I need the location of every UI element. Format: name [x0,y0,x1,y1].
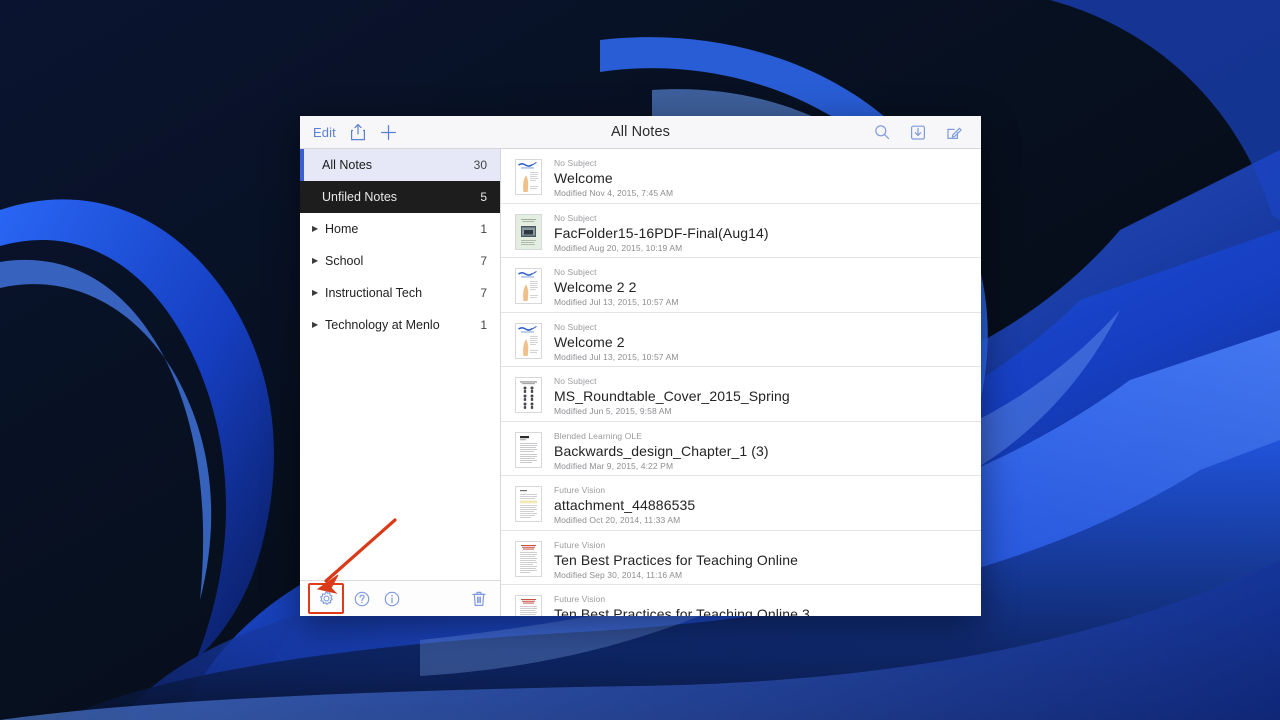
note-list-item[interactable]: No Subject Welcome 2 Modified Jul 13, 20… [501,313,981,367]
note-title: MS_Roundtable_Cover_2015_Spring [554,388,790,404]
note-thumbnail-green-cover [515,213,542,250]
note-text-block: Future Vision attachment_44886535 Modifi… [542,485,981,526]
note-thumbnail-roundtable-figures [515,377,542,413]
sidebar-item-all-notes[interactable]: All Notes 30 [300,149,500,181]
note-subject: No Subject [554,267,597,277]
sidebar-item-label: All Notes [322,158,373,172]
sidebar-item-label: Unfiled Notes [322,190,398,204]
sidebar-item-technology-at-menlo[interactable]: ▶ Technology at Menlo 1 [300,309,500,341]
note-subject: Blended Learning OLE [554,430,643,441]
note-text-block: Future Vision Ten Best Practices for Tea… [542,594,981,616]
note-subject: No Subject [554,158,597,168]
sidebar-item-home[interactable]: ▶ Home 1 [300,213,500,245]
sidebar-item-instructional-tech[interactable]: ▶ Instructional Tech 7 [300,277,500,309]
note-thumbnail-red-heading-document [515,595,542,616]
sidebar-item-label: Home [325,222,359,236]
plus-icon[interactable] [380,124,397,141]
note-subject: No Subject [554,321,597,332]
note-title: Ten Best Practices for Teaching Online 3 [554,606,810,616]
note-modified: Modified Nov 4, 2015, 7:45 AM [554,188,674,198]
sidebar-item-count: 30 [473,158,487,172]
note-text-block: No Subject MS_Roundtable_Cover_2015_Spri… [542,376,981,417]
notes-app-window: Edit All Notes All Notes 30 Unfiled Note… [300,116,981,616]
info-circle-icon [384,591,400,606]
window-body: All Notes 30 Unfiled Notes 5 ▶ Home 1 ▶ [300,149,981,616]
note-modified: Modified Sep 30, 2014, 11:16 AM [554,569,683,580]
note-list-item[interactable]: No Subject Welcome Modified Nov 4, 2015,… [501,149,981,204]
note-text-block: Blended Learning OLE Backwards_design_Ch… [542,431,981,472]
search-icon[interactable] [874,124,890,140]
delete-button[interactable] [472,590,486,607]
note-title: Backwards_design_Chapter_1 (3) [554,442,769,459]
note-title: FacFolder15-16PDF-Final(Aug14) [554,224,769,241]
note-text-block: No Subject Welcome 2 2 Modified Jul 13, … [542,267,981,308]
note-thumbnail-red-heading-document [515,540,542,577]
note-modified: Modified Jul 13, 2015, 10:57 AM [554,351,679,362]
note-text-block: No Subject Welcome 2 Modified Jul 13, 20… [542,322,981,363]
note-subject: Future Vision [554,539,606,550]
note-title: Welcome 2 2 [554,279,637,295]
help-button[interactable] [354,591,370,607]
note-modified: Modified Oct 20, 2014, 11:33 AM [554,515,681,525]
notes-list[interactable]: No Subject Welcome Modified Nov 4, 2015,… [501,149,981,616]
sidebar-item-unfiled-notes[interactable]: Unfiled Notes 5 [300,181,500,213]
sidebar-item-count: 1 [480,318,487,332]
edit-button[interactable]: Edit [313,125,336,140]
toolbar-right-group [874,124,981,141]
note-list-item[interactable]: No Subject FacFolder15-16PDF-Final(Aug14… [501,204,981,258]
import-download-icon[interactable] [910,124,926,141]
note-text-block: Future Vision Ten Best Practices for Tea… [542,540,981,581]
note-thumbnail-welcome-flyer [515,159,542,195]
note-text-block: No Subject Welcome Modified Nov 4, 2015,… [542,158,981,199]
question-circle-icon [354,591,370,606]
settings-gear-button[interactable] [308,582,344,614]
app-toolbar: Edit All Notes [300,116,981,149]
note-text-block: No Subject FacFolder15-16PDF-Final(Aug14… [542,213,981,254]
note-list-item[interactable]: No Subject Welcome 2 2 Modified Jul 13, … [501,258,981,313]
disclosure-triangle-icon[interactable]: ▶ [312,289,325,297]
info-button[interactable] [384,591,400,607]
note-modified: Modified Jun 5, 2015, 9:58 AM [554,406,672,416]
sidebar: All Notes 30 Unfiled Notes 5 ▶ Home 1 ▶ [300,149,501,616]
sidebar-item-count: 5 [480,190,487,204]
sidebar-item-count: 7 [480,254,487,268]
sidebar-item-label: Technology at Menlo [325,318,440,332]
note-title: Ten Best Practices for Teaching Online [554,551,799,568]
note-subject: No Subject [554,376,597,386]
note-list-item[interactable]: Future Vision Ten Best Practices for Tea… [501,585,981,616]
share-icon[interactable] [350,123,366,141]
sidebar-item-list: All Notes 30 Unfiled Notes 5 ▶ Home 1 ▶ [300,149,500,580]
note-thumbnail-text-document [515,486,542,522]
note-thumbnail-welcome-flyer [515,322,542,359]
note-list-item[interactable]: Future Vision Ten Best Practices for Tea… [501,531,981,585]
gear-icon [319,590,333,606]
sidebar-item-count: 7 [480,286,487,300]
disclosure-triangle-icon[interactable]: ▶ [312,321,325,329]
sidebar-footer-toolbar [300,580,500,616]
disclosure-triangle-icon[interactable]: ▶ [312,225,325,233]
desktop: Edit All Notes All Notes 30 Unfiled Note… [0,0,1280,720]
note-list-item[interactable]: Future Vision attachment_44886535 Modifi… [501,476,981,531]
note-modified: Modified Mar 9, 2015, 4:22 PM [554,460,674,471]
note-title: Welcome [554,170,613,186]
note-modified: Modified Jul 13, 2015, 10:57 AM [554,297,679,307]
note-modified: Modified Aug 20, 2015, 10:19 AM [554,242,683,253]
note-list-item[interactable]: No Subject MS_Roundtable_Cover_2015_Spri… [501,367,981,422]
trash-icon [472,591,486,606]
compose-pencil-icon[interactable] [946,124,963,141]
note-list-item[interactable]: Blended Learning OLE Backwards_design_Ch… [501,422,981,476]
note-subject: No Subject [554,212,597,223]
toolbar-left-group: Edit [300,123,501,141]
note-thumbnail-welcome-flyer [515,268,542,304]
note-subject: Future Vision [554,594,606,604]
sidebar-item-label: School [325,254,364,268]
sidebar-item-count: 1 [480,222,487,236]
disclosure-triangle-icon[interactable]: ▶ [312,257,325,265]
note-thumbnail-text-document [515,431,542,468]
sidebar-item-school[interactable]: ▶ School 7 [300,245,500,277]
note-subject: Future Vision [554,485,606,495]
sidebar-item-label: Instructional Tech [325,286,423,300]
note-title: Welcome 2 [554,333,625,350]
note-title: attachment_44886535 [554,497,696,513]
